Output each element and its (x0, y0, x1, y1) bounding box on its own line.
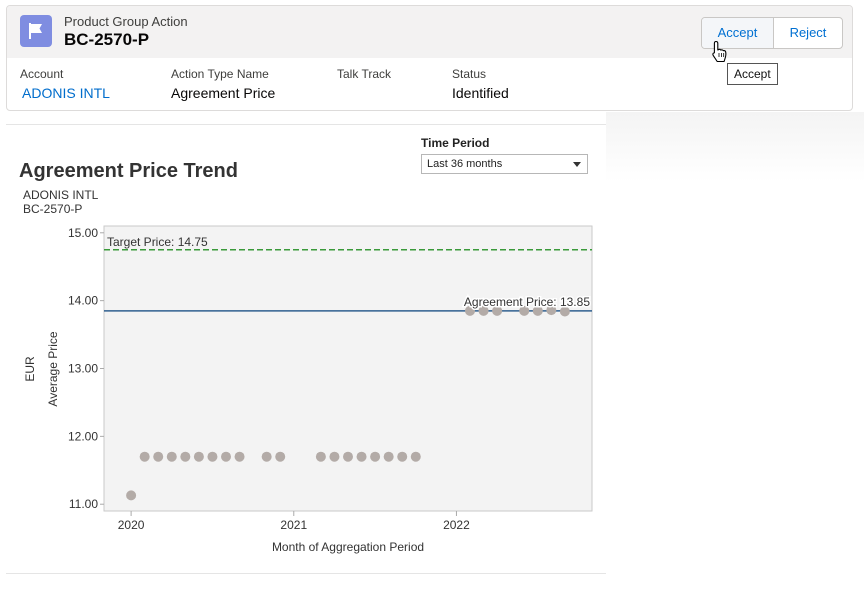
data-point (153, 451, 164, 462)
y-tick-label: 14.00 (68, 294, 98, 308)
x-tick-label: 2022 (443, 518, 470, 532)
y-tick-label: 13.00 (68, 362, 98, 376)
data-point (343, 451, 353, 462)
y-axis-label: Average Price (46, 331, 60, 406)
data-point (221, 451, 231, 462)
data-point (329, 451, 340, 462)
price-trend-chart: 11.00 12.00 13.00 14.00 15.00 2020 2021 2022 Mon… (23, 225, 593, 554)
data-point (234, 451, 245, 462)
data-point (275, 451, 286, 462)
plot-area (103, 225, 593, 512)
y-tick-label: 12.00 (68, 429, 98, 443)
x-tick-label: 2021 (280, 518, 307, 532)
y-tick-label: 11.00 (69, 497, 98, 511)
x-tick-label: 2020 (118, 518, 145, 532)
data-point (126, 490, 137, 501)
data-point (207, 451, 218, 462)
data-point (166, 451, 177, 462)
data-point (315, 451, 326, 462)
target-price-label: Target Price: 14.75 (107, 235, 208, 249)
data-point (356, 451, 367, 462)
y-axis-label-unit: EUR (23, 356, 37, 382)
x-axis-label: Month of Aggregation Period (272, 540, 424, 554)
data-point (410, 451, 421, 462)
agreement-price-label: Agreement Price: 13.85 (464, 295, 590, 309)
data-point (261, 451, 272, 462)
data-point (193, 451, 204, 462)
data-point (139, 451, 150, 462)
y-tick-label: 15.00 (68, 226, 98, 240)
data-point (370, 451, 381, 462)
data-point (397, 451, 408, 462)
data-point (180, 451, 191, 462)
data-point (383, 451, 394, 462)
panel-divider-bottom (6, 573, 606, 574)
